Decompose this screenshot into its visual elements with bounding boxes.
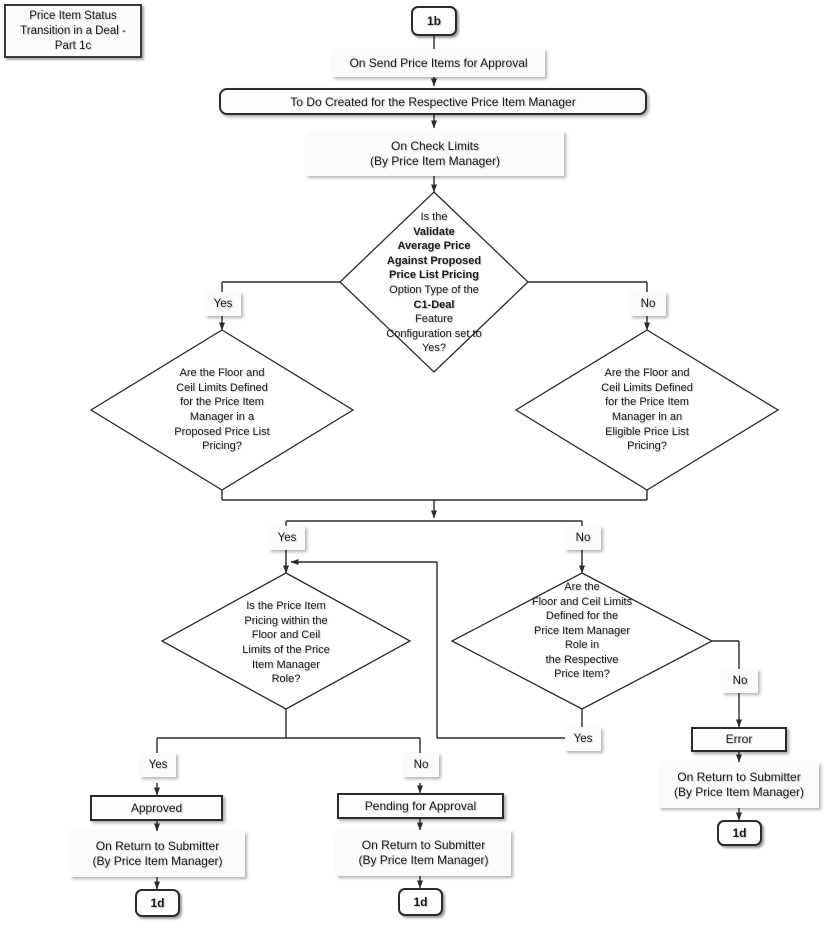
process-todo-created: To Do Created for the Respective Price I… xyxy=(219,88,647,115)
decision-within-shape xyxy=(160,572,412,710)
diagram-title-box: Price Item Status Transition in a Deal -… xyxy=(4,4,142,58)
flowchart-canvas: Price Item Status Transition in a Deal -… xyxy=(0,0,835,928)
decision-proposed-shape xyxy=(89,329,355,491)
decision-role-label: Are the Floor and Ceil Limits Defined fo… xyxy=(531,580,633,681)
branch-label-validate-yes: Yes xyxy=(205,292,241,316)
decision-validate-shape xyxy=(339,191,529,373)
branch-label-merge-no: No xyxy=(565,526,601,550)
connector-end-1d-right[interactable]: 1d xyxy=(717,820,762,846)
status-approved: Approved xyxy=(90,795,223,821)
branch-label-within-no: No xyxy=(403,753,439,777)
branch-label-merge-yes: Yes xyxy=(269,526,305,550)
event-on-return-right: On Return to Submitter (By Price Item Ma… xyxy=(659,762,819,808)
branch-label-role-no: No xyxy=(722,669,758,693)
event-on-check-limits: On Check Limits (By Price Item Manager) xyxy=(306,131,564,176)
diagram-title-text: Price Item Status Transition in a Deal -… xyxy=(20,9,126,52)
connector-end-1d-mid[interactable]: 1d xyxy=(398,888,443,916)
decision-eligible-label: Are the Floor and Ceil Limits Defined fo… xyxy=(601,367,693,453)
decision-proposed-label: Are the Floor and Ceil Limits Defined fo… xyxy=(174,367,270,453)
branch-label-within-yes: Yes xyxy=(140,753,176,777)
decision-validate-label: Is the Validate Average Price Against Pr… xyxy=(386,211,482,355)
event-on-return-left: On Return to Submitter (By Price Item Ma… xyxy=(70,831,245,877)
status-error: Error xyxy=(691,727,787,752)
event-on-send-price-items: On Send Price Items for Approval xyxy=(332,49,545,77)
status-pending-for-approval: Pending for Approval xyxy=(337,793,504,819)
decision-within-label: Is the Price Item Pricing within the Flo… xyxy=(242,600,330,686)
decision-eligible-shape xyxy=(514,329,780,491)
branch-label-role-yes: Yes xyxy=(565,727,601,751)
connector-end-1d-left[interactable]: 1d xyxy=(135,889,180,917)
decision-role-shape xyxy=(450,572,714,710)
branch-label-validate-no: No xyxy=(630,292,666,316)
event-on-return-mid: On Return to Submitter (By Price Item Ma… xyxy=(336,830,511,876)
connector-start-1b[interactable]: 1b xyxy=(411,6,457,36)
